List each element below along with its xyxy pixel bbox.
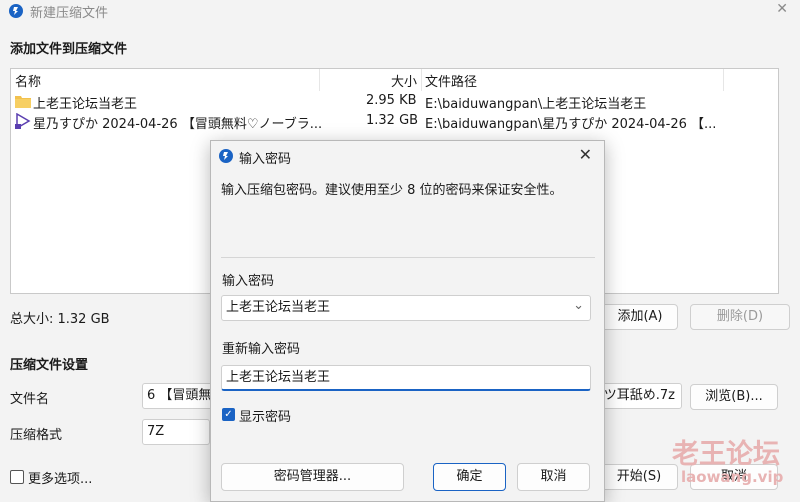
file-size: 1.32 GB — [366, 113, 419, 128]
window-close-icon[interactable]: ✕ — [776, 1, 788, 17]
password-input[interactable]: 上老王论坛当老王 ⌄ — [221, 295, 591, 321]
title-bar: 新建压缩文件 ✕ — [0, 0, 800, 22]
password-dropdown-icon[interactable]: ⌄ — [573, 296, 584, 318]
file-row[interactable]: 上老王论坛当老王 2.95 KB E:\baiduwangpan\上老王论坛当老… — [11, 91, 778, 112]
format-select[interactable]: 7Z — [142, 419, 210, 445]
file-row[interactable]: 星乃すぴか 2024-04-26 【冒頭無料♡ノーブラ... 1.32 GB E… — [11, 111, 778, 132]
more-options-label[interactable]: 更多选项... — [28, 468, 92, 487]
dialog-divider — [221, 257, 595, 258]
window-title: 新建压缩文件 — [30, 6, 109, 21]
dialog-ok-button[interactable]: 确定 — [433, 463, 506, 491]
file-name: 上老王论坛当老王 — [33, 97, 138, 112]
file-path: E:\baiduwangpan\上老王论坛当老王 — [425, 97, 647, 112]
watermark-url: laowang.vip — [681, 468, 784, 486]
section-add-files: 添加文件到压缩文件 — [10, 42, 128, 57]
repeat-password-input[interactable]: 上老王论坛当老王 — [221, 365, 591, 391]
header-name[interactable]: 名称 — [15, 71, 41, 90]
watermark-text: 老王论坛 — [672, 439, 780, 470]
total-size: 总大小: 1.32 GB — [10, 312, 110, 327]
repeat-password-label: 重新输入密码 — [222, 342, 301, 357]
dialog-app-icon — [219, 149, 233, 163]
repeat-password-value: 上老王论坛当老王 — [226, 370, 331, 385]
more-options-checkbox[interactable] — [10, 470, 24, 484]
video-file-icon — [15, 113, 31, 129]
password-label: 输入密码 — [222, 274, 275, 289]
folder-icon — [15, 96, 31, 108]
filename-value-left: 6 【冒頭無 — [147, 388, 212, 403]
file-name: 星乃すぴか 2024-04-26 【冒頭無料♡ノーブラ... — [33, 117, 323, 132]
filename-label: 文件名 — [10, 392, 50, 407]
password-manager-button[interactable]: 密码管理器... — [221, 463, 404, 491]
browse-button[interactable]: 浏览(B)... — [690, 384, 778, 410]
section-settings: 压缩文件设置 — [10, 358, 89, 373]
file-path: E:\baiduwangpan\星乃すぴか 2024-04-26 【... — [425, 117, 717, 132]
app-logo-icon — [9, 4, 23, 18]
dialog-close-icon[interactable]: ✕ — [579, 145, 592, 164]
header-path[interactable]: 文件路径 — [425, 71, 477, 90]
header-size[interactable]: 大小 — [391, 71, 417, 90]
dialog-description: 输入压缩包密码。建议使用至少 8 位的密码来保证安全性。 — [221, 183, 563, 198]
file-size: 2.95 KB — [366, 93, 417, 108]
dialog-cancel-button[interactable]: 取消 — [517, 463, 590, 491]
password-dialog: 输入密码 ✕ 输入压缩包密码。建议使用至少 8 位的密码来保证安全性。 输入密码… — [210, 140, 605, 502]
password-value: 上老王论坛当老王 — [226, 300, 331, 315]
format-value: 7Z — [147, 424, 165, 439]
format-label: 压缩格式 — [10, 428, 63, 443]
show-password-label[interactable]: 显示密码 — [239, 406, 291, 425]
show-password-checkbox[interactable]: ✓ — [222, 408, 235, 421]
delete-button[interactable]: 删除(D) — [690, 304, 790, 330]
dialog-title: 输入密码 — [239, 152, 292, 167]
